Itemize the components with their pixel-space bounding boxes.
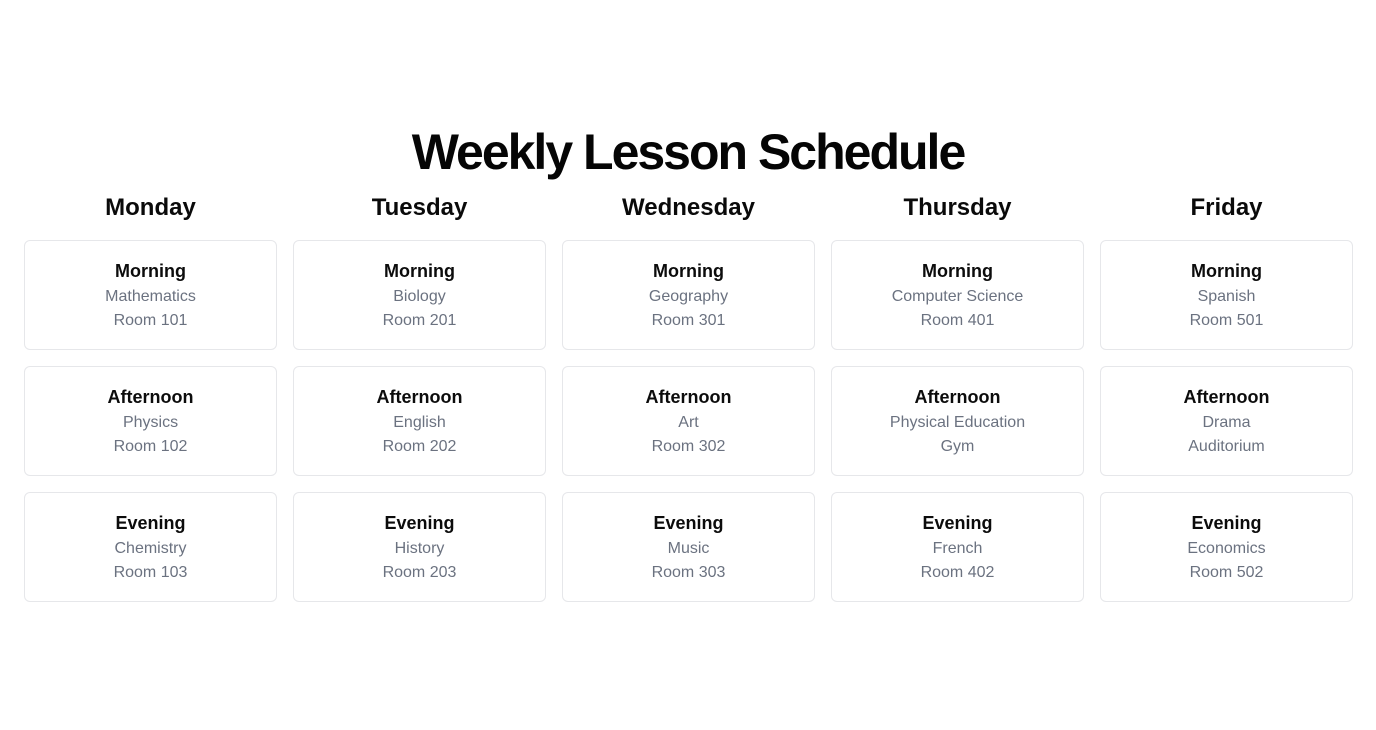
lesson-card[interactable]: Evening Economics Room 502 — [1100, 492, 1353, 602]
lesson-subject: Computer Science — [891, 288, 1024, 305]
lesson-time: Evening — [653, 513, 724, 533]
lesson-room: Room 301 — [651, 312, 726, 329]
day-heading: Friday — [1190, 194, 1263, 221]
lesson-room: Room 103 — [113, 564, 188, 581]
lesson-subject: Chemistry — [114, 540, 187, 557]
lesson-card[interactable]: Morning Computer Science Room 401 — [831, 240, 1084, 350]
schedule-grid: Monday Morning Mathematics Room 101 Afte… — [24, 190, 1353, 618]
lesson-time: Afternoon — [1183, 387, 1270, 407]
lesson-room: Room 402 — [920, 564, 995, 581]
lesson-card[interactable]: Afternoon Drama Auditorium — [1100, 366, 1353, 476]
lesson-subject: Spanish — [1197, 288, 1256, 305]
lesson-card[interactable]: Afternoon Physics Room 102 — [24, 366, 277, 476]
day-column-friday: Friday Morning Spanish Room 501 Afternoo… — [1100, 190, 1353, 618]
lesson-subject: History — [394, 540, 445, 557]
lesson-room: Room 102 — [113, 438, 188, 455]
lesson-card[interactable]: Evening Music Room 303 — [562, 492, 815, 602]
lesson-time: Morning — [922, 261, 993, 281]
lesson-time: Afternoon — [914, 387, 1001, 407]
lesson-card[interactable]: Morning Spanish Room 501 — [1100, 240, 1353, 350]
lesson-card[interactable]: Morning Mathematics Room 101 — [24, 240, 277, 350]
day-heading: Monday — [105, 194, 196, 221]
day-column-monday: Monday Morning Mathematics Room 101 Afte… — [24, 190, 277, 618]
lesson-subject: English — [393, 414, 446, 431]
lesson-card[interactable]: Afternoon Physical Education Gym — [831, 366, 1084, 476]
lesson-room: Auditorium — [1188, 438, 1265, 455]
lesson-room: Room 202 — [382, 438, 457, 455]
lesson-card[interactable]: Evening History Room 203 — [293, 492, 546, 602]
lesson-room: Room 501 — [1189, 312, 1264, 329]
day-heading: Thursday — [903, 194, 1012, 221]
lesson-time: Morning — [653, 261, 724, 281]
lesson-subject: French — [932, 540, 983, 557]
lesson-subject: Music — [667, 540, 710, 557]
lesson-room: Room 203 — [382, 564, 457, 581]
lesson-time: Evening — [922, 513, 993, 533]
lesson-time: Evening — [115, 513, 186, 533]
day-heading: Tuesday — [371, 194, 468, 221]
lesson-subject: Art — [678, 414, 699, 431]
day-column-wednesday: Wednesday Morning Geography Room 301 Aft… — [562, 190, 815, 618]
lesson-time: Afternoon — [107, 387, 194, 407]
lesson-time: Morning — [384, 261, 455, 281]
lesson-time: Afternoon — [376, 387, 463, 407]
lesson-time: Morning — [115, 261, 186, 281]
lesson-room: Room 401 — [920, 312, 995, 329]
lesson-time: Evening — [1191, 513, 1262, 533]
lesson-subject: Drama — [1202, 414, 1251, 431]
lesson-time: Afternoon — [645, 387, 732, 407]
lesson-time: Morning — [1191, 261, 1262, 281]
lesson-room: Room 502 — [1189, 564, 1264, 581]
lesson-card[interactable]: Morning Geography Room 301 — [562, 240, 815, 350]
lesson-subject: Biology — [393, 288, 446, 305]
schedule-page: Weekly Lesson Schedule Monday Morning Ma… — [0, 0, 1376, 730]
lesson-room: Room 201 — [382, 312, 457, 329]
lesson-card[interactable]: Morning Biology Room 201 — [293, 240, 546, 350]
lesson-card[interactable]: Afternoon Art Room 302 — [562, 366, 815, 476]
lesson-card[interactable]: Afternoon English Room 202 — [293, 366, 546, 476]
lesson-subject: Physical Education — [889, 414, 1026, 431]
lesson-card[interactable]: Evening Chemistry Room 103 — [24, 492, 277, 602]
lesson-subject: Physics — [122, 414, 179, 431]
page-title: Weekly Lesson Schedule — [411, 124, 967, 180]
lesson-subject: Mathematics — [105, 288, 196, 305]
lesson-subject: Economics — [1187, 540, 1266, 557]
day-heading: Wednesday — [622, 194, 755, 221]
day-column-thursday: Thursday Morning Computer Science Room 4… — [831, 190, 1084, 618]
lesson-time: Evening — [384, 513, 455, 533]
lesson-room: Room 101 — [113, 312, 188, 329]
lesson-subject: Geography — [648, 288, 729, 305]
lesson-card[interactable]: Evening French Room 402 — [831, 492, 1084, 602]
lesson-room: Room 303 — [651, 564, 726, 581]
lesson-room: Room 302 — [651, 438, 726, 455]
day-column-tuesday: Tuesday Morning Biology Room 201 Afterno… — [293, 190, 546, 618]
lesson-room: Gym — [940, 438, 975, 455]
